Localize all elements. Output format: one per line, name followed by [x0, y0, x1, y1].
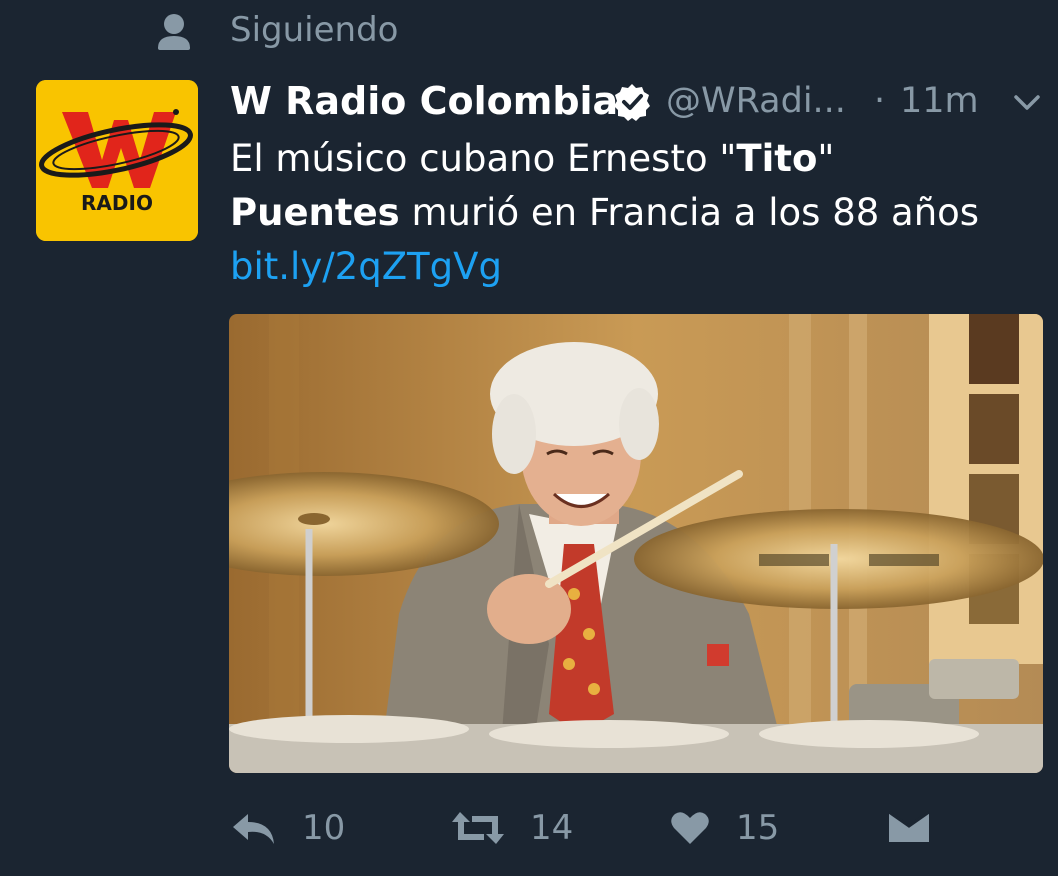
- retweet-count: 14: [530, 808, 574, 848]
- like-count: 15: [736, 808, 780, 848]
- handle[interactable]: @WRadi...: [666, 76, 846, 126]
- tweet-header: W Radio Colombia @WRadi... · 11m: [230, 76, 1040, 128]
- verified-badge-icon: [614, 84, 650, 121]
- chevron-down-icon[interactable]: [1012, 88, 1042, 118]
- person-icon: [158, 14, 190, 50]
- tweet-text: El músico cubano Ernesto "Tito" Puentes m…: [230, 132, 1045, 294]
- text-bold-tito: Tito: [736, 137, 818, 180]
- reply-button[interactable]: 10: [230, 790, 370, 870]
- social-context: Siguiendo: [0, 0, 1058, 64]
- context-label: Siguiendo: [230, 10, 399, 50]
- separator-dot: ·: [874, 81, 886, 121]
- direct-message-button[interactable]: [888, 790, 948, 870]
- retweet-button[interactable]: 14: [450, 790, 600, 870]
- tweet-link[interactable]: bit.ly/2qZTgVg: [230, 245, 502, 288]
- w-radio-logo: RADIO: [36, 80, 198, 241]
- retweet-icon: [452, 812, 504, 844]
- heart-icon: [671, 812, 709, 844]
- text-part1: El músico cubano Ernesto ": [230, 137, 737, 180]
- reply-count: 10: [302, 808, 346, 848]
- tweet-actions: 10 14 15: [0, 790, 1058, 870]
- timestamp[interactable]: 11m: [900, 76, 979, 126]
- tweet-photo[interactable]: [229, 314, 1043, 773]
- avatar[interactable]: RADIO: [36, 80, 198, 241]
- text-part2: ": [817, 137, 835, 180]
- reply-icon: [233, 814, 274, 844]
- text-bold-puentes: Puentes: [230, 191, 400, 234]
- logo-text: RADIO: [81, 191, 153, 215]
- display-name[interactable]: W Radio Colombia: [230, 76, 618, 126]
- envelope-icon: [888, 810, 930, 842]
- like-button[interactable]: 15: [670, 790, 810, 870]
- text-part3: murió en Francia a los 88 años: [399, 191, 980, 234]
- photo-drummer: [229, 314, 1043, 773]
